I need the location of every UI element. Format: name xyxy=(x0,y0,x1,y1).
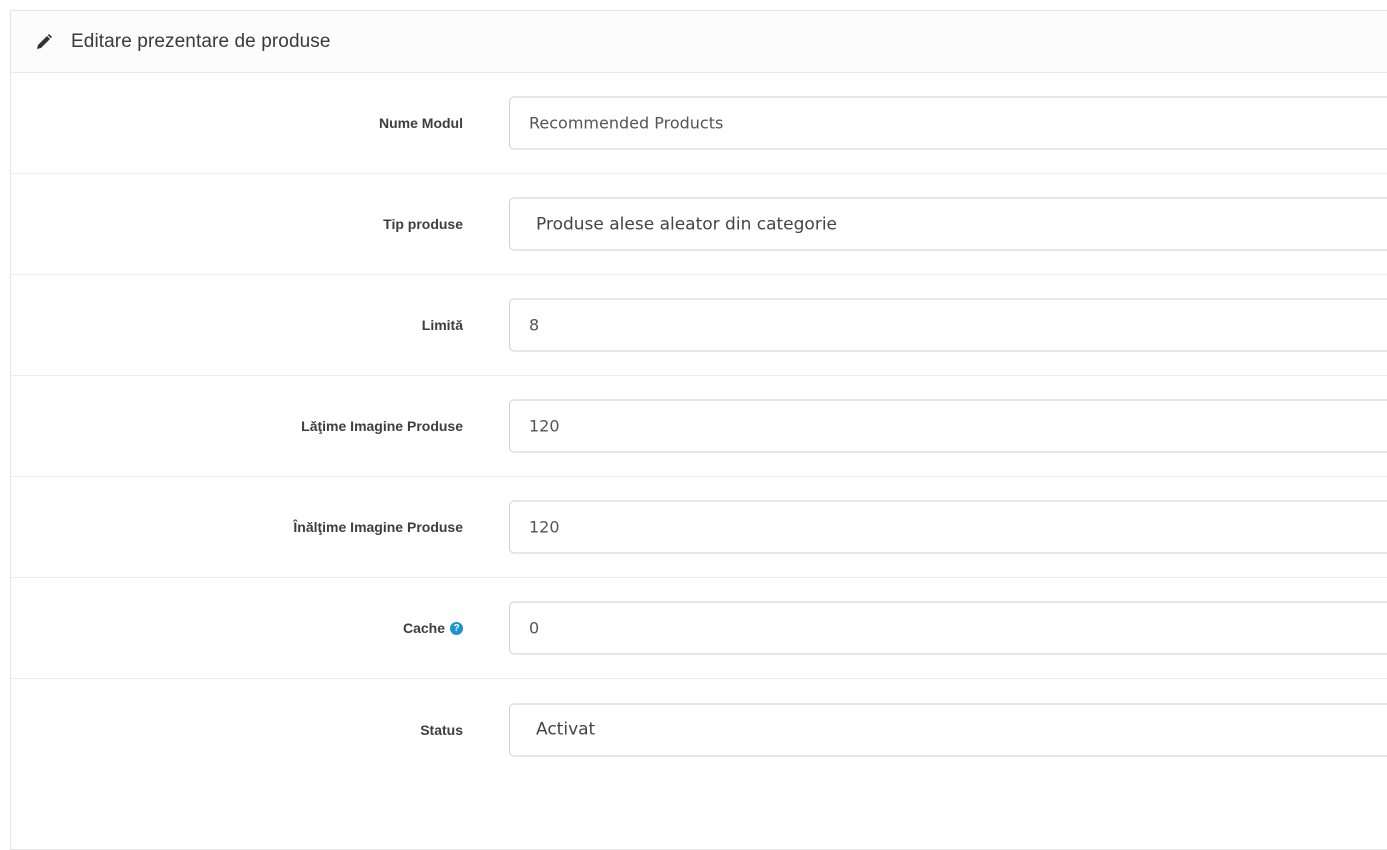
module-form: Nume Modul Tip produse Produse alese ale… xyxy=(11,73,1387,780)
panel-heading: Editare prezentare de produse xyxy=(11,11,1387,73)
form-row-cache: Cache ? xyxy=(11,578,1387,679)
form-row-image-height: Înălţime Imagine Produse xyxy=(11,477,1387,578)
cache-label-text: Cache xyxy=(402,620,445,636)
cache-label: Cache ? xyxy=(403,620,463,636)
limit-label: Limită xyxy=(421,317,463,333)
status-label: Status xyxy=(420,721,463,738)
image-height-input[interactable] xyxy=(509,500,1387,554)
cache-input[interactable] xyxy=(509,601,1387,655)
form-row-status: Status Activat xyxy=(11,679,1387,780)
edit-module-panel: Editare prezentare de produse Nume Modul… xyxy=(10,10,1387,850)
module-name-label: Nume Modul xyxy=(379,115,463,131)
image-height-label: Înălţime Imagine Produse xyxy=(293,519,463,535)
product-type-label: Tip produse xyxy=(383,216,463,232)
question-circle-icon[interactable]: ? xyxy=(450,621,463,635)
pencil-icon xyxy=(35,33,53,51)
form-row-image-width: Lăţime Imagine Produse xyxy=(11,376,1387,477)
form-row-limit: Limită xyxy=(11,275,1387,376)
form-row-module-name: Nume Modul xyxy=(11,73,1387,174)
limit-input[interactable] xyxy=(509,298,1387,352)
panel-title: Editare prezentare de produse xyxy=(71,30,331,52)
form-row-product-type: Tip produse Produse alese aleator din ca… xyxy=(11,174,1387,275)
image-width-input[interactable] xyxy=(509,399,1387,453)
product-type-select[interactable]: Produse alese aleator din categorie xyxy=(509,197,1387,251)
image-width-label: Lăţime Imagine Produse xyxy=(301,418,463,434)
module-name-input[interactable] xyxy=(509,96,1387,150)
status-select[interactable]: Activat xyxy=(509,703,1387,756)
